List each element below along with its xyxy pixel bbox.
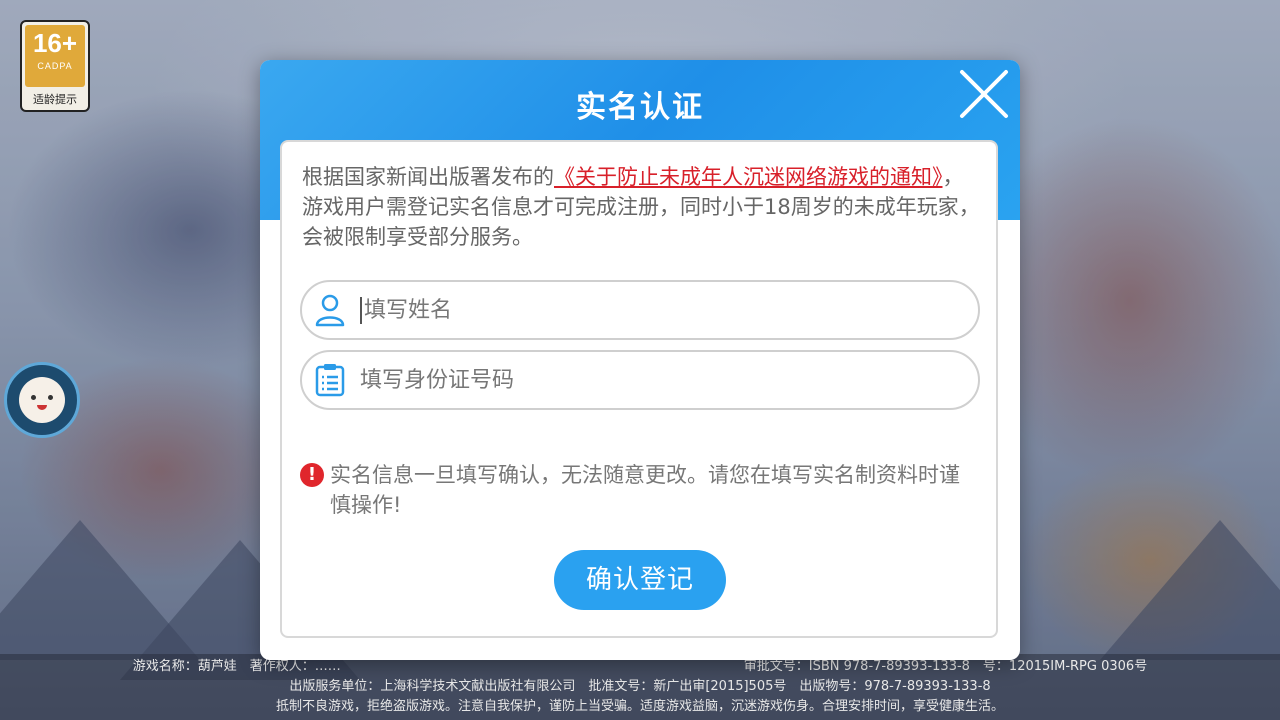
age-rating-number: 16+ xyxy=(32,28,78,58)
user-icon xyxy=(315,294,345,327)
id-number-input[interactable] xyxy=(360,366,978,394)
confirm-register-button[interactable]: 确认登记 xyxy=(554,550,726,610)
age-rating-tip: 适龄提示 xyxy=(33,93,77,106)
footer-line-3: 抵制不良游戏，拒绝盗版游戏。注意自我保护，谨防上当受骗。适度游戏益脑，沉迷游戏伤… xyxy=(275,699,1004,714)
mascot-face-icon xyxy=(19,377,65,423)
name-input[interactable] xyxy=(360,296,978,324)
dialog-title: 实名认证 xyxy=(576,90,704,125)
age-rating-badge: 16+ CADPA 适龄提示 xyxy=(20,20,90,112)
dialog-content-card: 根据国家新闻出版署发布的《关于防止未成年人沉迷网络游戏的通知》，游戏用户需登记实… xyxy=(280,140,998,638)
footer-line-1: 游戏名称：葫芦娃 著作权人：…… 审批文号：ISBN 978-7-89393-1… xyxy=(132,659,1148,674)
real-name-auth-dialog: 实名认证 根据国家新闻出版署发布的《关于防止未成年人沉迷网络游戏的通知》，游戏用… xyxy=(260,60,1020,660)
age-rating-top: 16+ CADPA xyxy=(25,25,85,87)
policy-notice: 根据国家新闻出版署发布的《关于防止未成年人沉迷网络游戏的通知》，游戏用户需登记实… xyxy=(302,162,982,252)
mascot-avatar-button[interactable] xyxy=(4,362,80,438)
footer-line-2: 出版服务单位：上海科学技术文献出版社有限公司 批准文号：新广出审[2015]50… xyxy=(289,679,991,694)
warning-text: 实名信息一旦填写确认，无法随意更改。请您在填写实名制资料时谨慎操作! xyxy=(330,463,960,517)
footer-legal-info: 游戏名称：葫芦娃 著作权人：…… 审批文号：ISBN 978-7-89393-1… xyxy=(0,654,1280,720)
id-field-wrapper xyxy=(300,350,980,410)
name-field-wrapper xyxy=(300,280,980,340)
age-rating-org: CADPA xyxy=(37,61,73,71)
notice-prefix: 根据国家新闻出版署发布的 xyxy=(302,165,554,189)
close-icon xyxy=(960,70,1008,118)
policy-link[interactable]: 《关于防止未成年人沉迷网络游戏的通知》 xyxy=(554,165,943,189)
id-card-icon xyxy=(315,364,345,397)
warning-message: ! 实名信息一旦填写确认，无法随意更改。请您在填写实名制资料时谨慎操作! xyxy=(300,460,980,520)
close-button[interactable] xyxy=(956,66,1012,122)
exclamation-icon: ! xyxy=(300,463,324,487)
